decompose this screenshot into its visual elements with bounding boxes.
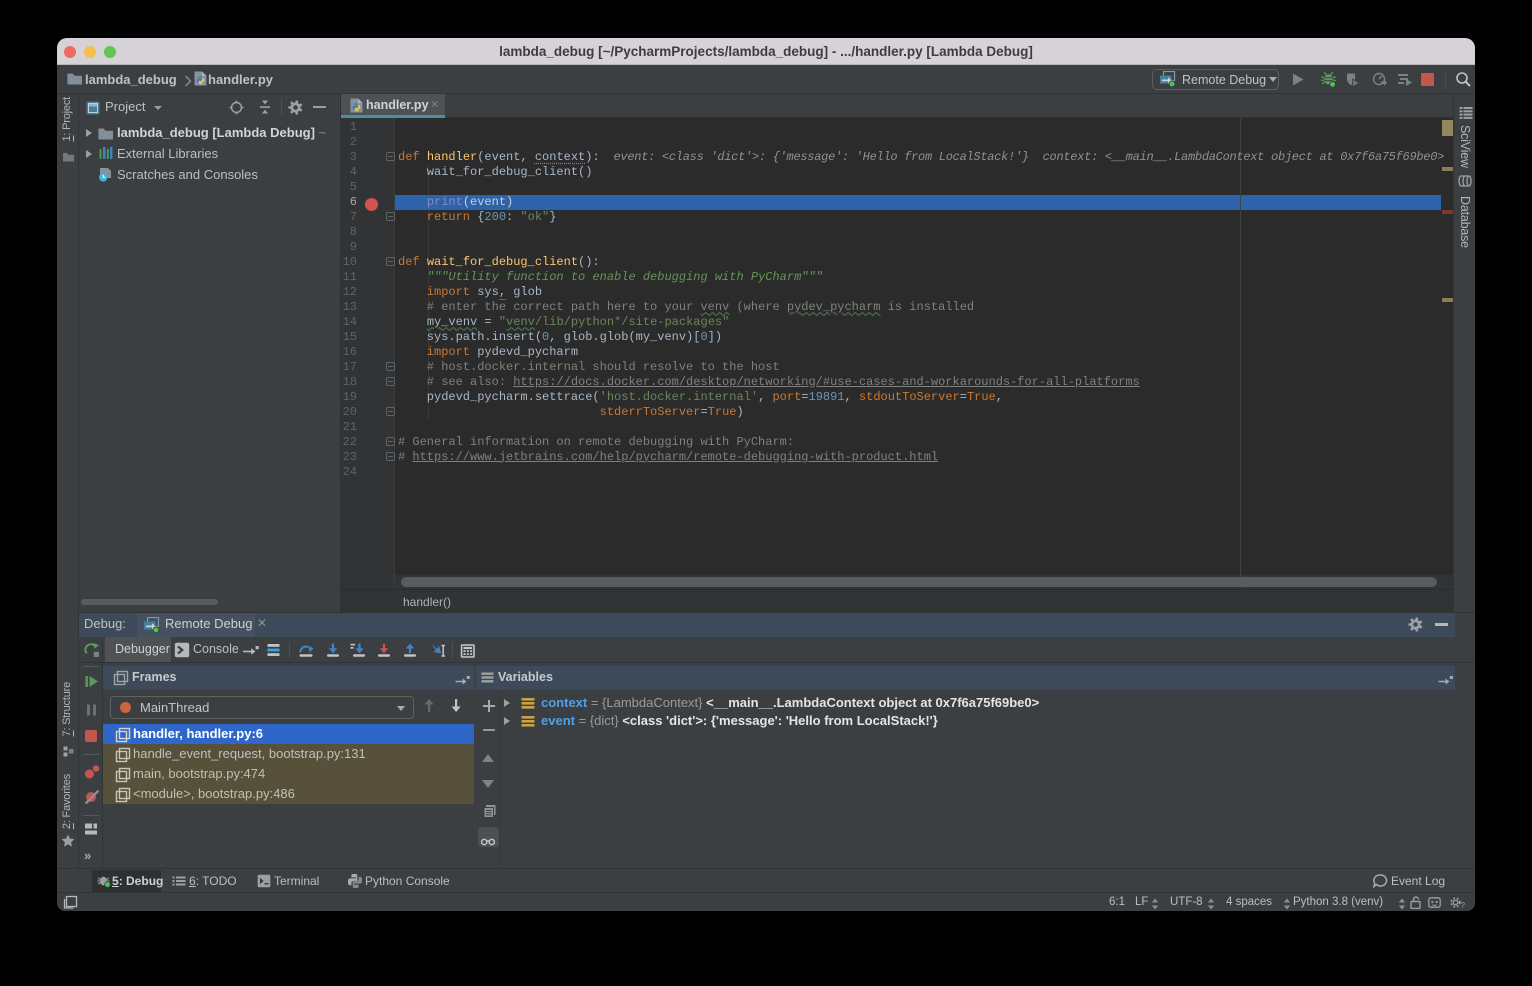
svg-text:?: ?	[1461, 901, 1466, 909]
